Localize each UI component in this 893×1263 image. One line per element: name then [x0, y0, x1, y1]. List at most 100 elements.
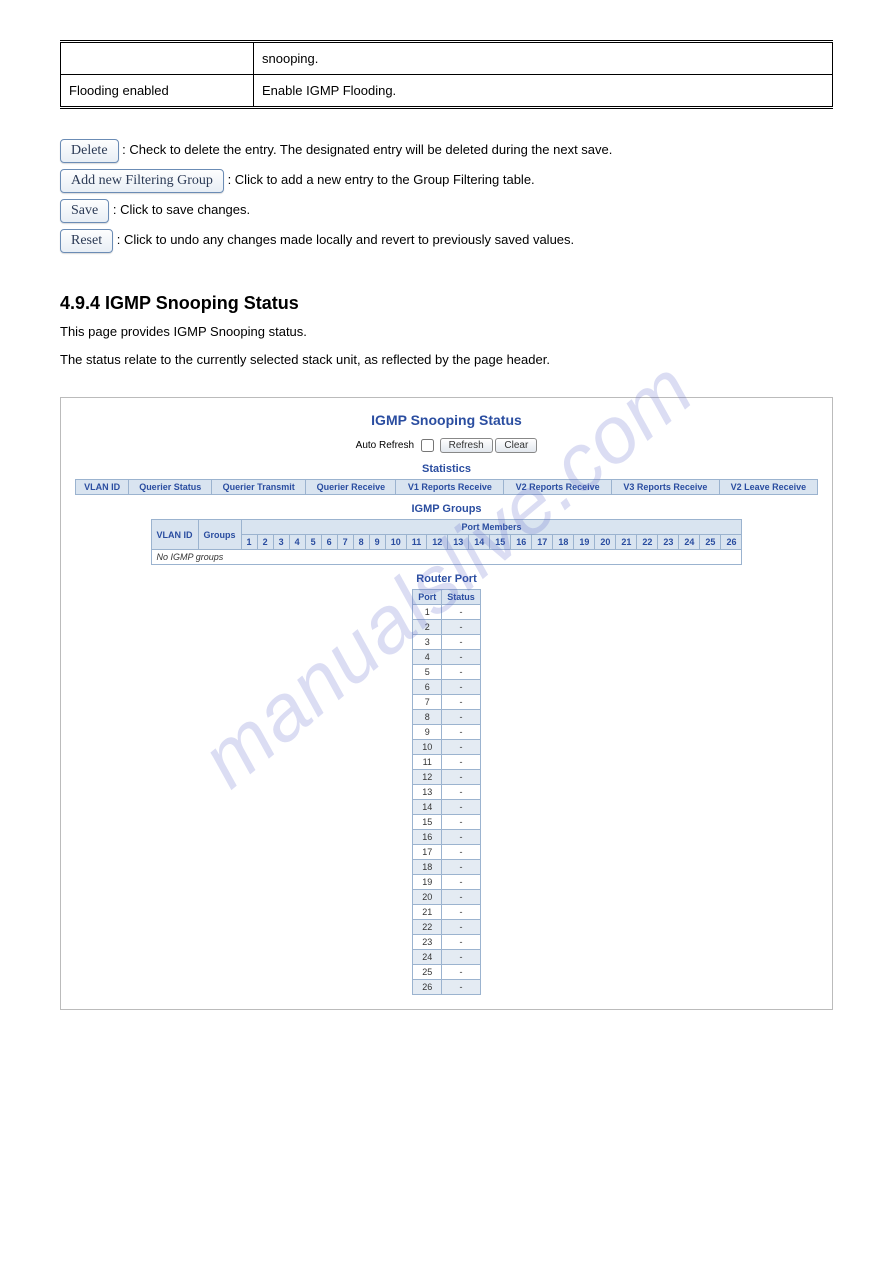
rp-port-cell: 8	[413, 710, 442, 725]
config-table-fragment: snooping. Flooding enabled Enable IGMP F…	[60, 40, 833, 109]
rp-status-cell: -	[442, 725, 481, 740]
port-number-header: 8	[353, 535, 369, 550]
rp-port-cell: 1	[413, 605, 442, 620]
rp-port-cell: 16	[413, 830, 442, 845]
rp-status-cell: -	[442, 890, 481, 905]
rp-port-cell: 15	[413, 815, 442, 830]
rp-port-cell: 3	[413, 635, 442, 650]
rp-port-cell: 19	[413, 875, 442, 890]
rp-port-cell: 9	[413, 725, 442, 740]
rp-status-cell: -	[442, 620, 481, 635]
rp-status-cell: -	[442, 710, 481, 725]
stats-header: Querier Transmit	[212, 480, 306, 495]
auto-refresh-checkbox[interactable]	[421, 439, 434, 452]
stats-header: Querier Status	[129, 480, 212, 495]
port-number-header: 18	[553, 535, 574, 550]
port-number-header: 1	[241, 535, 257, 550]
port-number-header: 11	[406, 535, 427, 550]
section-body-2: The status relate to the currently selec…	[60, 350, 833, 370]
save-button[interactable]: Save	[60, 199, 109, 223]
rp-status-cell: -	[442, 860, 481, 875]
port-number-header: 24	[679, 535, 700, 550]
port-number-header: 21	[616, 535, 637, 550]
rp-status-cell: -	[442, 650, 481, 665]
rp-h-port: Port	[413, 590, 442, 605]
port-number-header: 5	[305, 535, 321, 550]
rp-status-cell: -	[442, 950, 481, 965]
port-number-header: 17	[532, 535, 553, 550]
stats-header: V2 Reports Receive	[504, 480, 612, 495]
router-port-table: Port Status 1-2-3-4-5-6-7-8-9-10-11-12-1…	[412, 589, 481, 995]
rp-port-cell: 22	[413, 920, 442, 935]
delete-button[interactable]: Delete	[60, 139, 119, 163]
rp-port-cell: 5	[413, 665, 442, 680]
rp-port-cell: 21	[413, 905, 442, 920]
rp-port-cell: 17	[413, 845, 442, 860]
add-desc: : Click to add a new entry to the Group …	[228, 172, 535, 187]
port-number-header: 10	[385, 535, 406, 550]
port-number-header: 22	[637, 535, 658, 550]
section-body-1: This page provides IGMP Snooping status.	[60, 322, 833, 342]
rp-status-cell: -	[442, 755, 481, 770]
rp-status-cell: -	[442, 635, 481, 650]
port-number-header: 4	[289, 535, 305, 550]
auto-refresh-label: Auto Refresh	[356, 440, 414, 451]
port-number-header: 20	[595, 535, 616, 550]
stats-subhead: Statistics	[75, 463, 818, 475]
groups-h-groups: Groups	[198, 520, 241, 550]
port-number-header: 6	[321, 535, 337, 550]
stats-table: VLAN IDQuerier StatusQuerier TransmitQue…	[75, 479, 818, 495]
groups-table: VLAN ID Groups Port Members 123456789101…	[151, 519, 743, 565]
reset-desc: : Click to undo any changes made locally…	[117, 232, 574, 247]
port-number-header: 9	[369, 535, 385, 550]
cell-r1c1	[61, 42, 254, 75]
rp-port-cell: 26	[413, 980, 442, 995]
rp-status-cell: -	[442, 785, 481, 800]
router-port-subhead: Router Port	[75, 573, 818, 585]
rp-status-cell: -	[442, 680, 481, 695]
rp-port-cell: 24	[413, 950, 442, 965]
port-number-header: 13	[448, 535, 469, 550]
rp-port-cell: 23	[413, 935, 442, 950]
clear-button[interactable]: Clear	[495, 438, 537, 453]
rp-status-cell: -	[442, 965, 481, 980]
section-heading: 4.9.4 IGMP Snooping Status	[60, 293, 833, 314]
stats-header: V2 Leave Receive	[719, 480, 817, 495]
rp-status-cell: -	[442, 920, 481, 935]
stats-header: VLAN ID	[76, 480, 129, 495]
stats-header: Querier Receive	[306, 480, 396, 495]
refresh-button[interactable]: Refresh	[440, 438, 493, 453]
rp-status-cell: -	[442, 740, 481, 755]
port-number-header: 2	[257, 535, 273, 550]
rp-port-cell: 11	[413, 755, 442, 770]
rp-port-cell: 4	[413, 650, 442, 665]
rp-port-cell: 18	[413, 860, 442, 875]
port-members-span: Port Members	[241, 520, 742, 535]
port-number-header: 7	[337, 535, 353, 550]
groups-h-vlan: VLAN ID	[151, 520, 198, 550]
rp-port-cell: 13	[413, 785, 442, 800]
add-filtering-group-button[interactable]: Add new Filtering Group	[60, 169, 224, 193]
port-number-header: 23	[658, 535, 679, 550]
stats-header: V1 Reports Receive	[396, 480, 504, 495]
rp-port-cell: 25	[413, 965, 442, 980]
rp-status-cell: -	[442, 830, 481, 845]
port-number-header: 15	[490, 535, 511, 550]
rp-port-cell: 7	[413, 695, 442, 710]
reset-button[interactable]: Reset	[60, 229, 113, 253]
rp-status-cell: -	[442, 905, 481, 920]
rp-port-cell: 2	[413, 620, 442, 635]
rp-port-cell: 12	[413, 770, 442, 785]
port-number-header: 16	[511, 535, 532, 550]
rp-status-cell: -	[442, 815, 481, 830]
rp-status-cell: -	[442, 605, 481, 620]
rp-port-cell: 20	[413, 890, 442, 905]
rp-port-cell: 10	[413, 740, 442, 755]
port-number-header: 25	[700, 535, 721, 550]
delete-desc: : Check to delete the entry. The designa…	[122, 142, 612, 157]
rp-status-cell: -	[442, 980, 481, 995]
no-igmp-groups: No IGMP groups	[151, 550, 742, 565]
port-number-header: 14	[469, 535, 490, 550]
rp-status-cell: -	[442, 875, 481, 890]
stats-header: V3 Reports Receive	[612, 480, 720, 495]
